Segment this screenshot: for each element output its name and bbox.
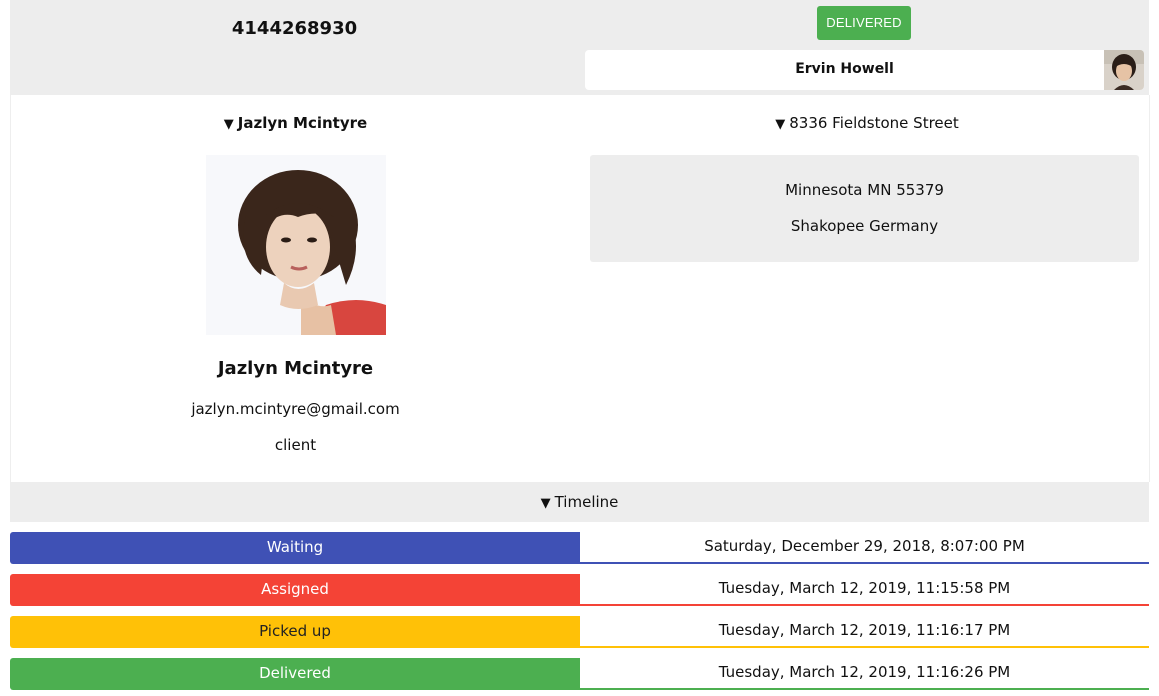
client-summary[interactable]: ▼ Jazlyn Mcintyre <box>11 114 580 132</box>
timeline-row-waiting: Waiting Saturday, December 29, 2018, 8:0… <box>10 532 1149 564</box>
timeline-date: Tuesday, March 12, 2019, 11:15:58 PM <box>580 574 1149 606</box>
timeline-status-label: Delivered <box>10 658 580 690</box>
timeline-date: Tuesday, March 12, 2019, 11:16:17 PM <box>580 616 1149 648</box>
timeline-status-label: Waiting <box>10 532 580 564</box>
disclosure-triangle-icon: ▼ <box>223 117 234 132</box>
timeline-date: Saturday, December 29, 2018, 8:07:00 PM <box>580 532 1149 564</box>
timeline-title: Timeline <box>554 493 619 511</box>
address-box: Minnesota MN 55379 Shakopee Germany <box>590 155 1139 262</box>
driver-avatar <box>1104 50 1144 90</box>
timeline-summary[interactable]: ▼ Timeline <box>10 482 1149 522</box>
timeline-row-picked-up: Picked up Tuesday, March 12, 2019, 11:16… <box>10 616 1149 648</box>
address-line-1: Minnesota MN 55379 <box>785 181 944 199</box>
client-summary-label: Jazlyn Mcintyre <box>237 114 368 132</box>
timeline-row-delivered: Delivered Tuesday, March 12, 2019, 11:16… <box>10 658 1149 690</box>
timeline-date: Tuesday, March 12, 2019, 11:16:26 PM <box>580 658 1149 690</box>
client-name: Jazlyn Mcintyre <box>217 358 374 379</box>
client-photo <box>206 155 386 335</box>
order-header: 4144268930 DELIVERED Ervin Howell <box>10 0 1149 95</box>
client-details: ▼ Jazlyn Mcintyre Jazlyn Mcintyre jazlyn.… <box>10 95 580 482</box>
client-email: jazlyn.mcintyre@gmail.com <box>191 400 400 418</box>
disclosure-triangle-icon: ▼ <box>540 496 551 511</box>
address-summary-label: 8336 Fieldstone Street <box>789 114 959 132</box>
order-card: 4144268930 DELIVERED Ervin Howell ▼ Jazly… <box>10 0 1150 696</box>
timeline-row-assigned: Assigned Tuesday, March 12, 2019, 11:15:… <box>10 574 1149 606</box>
order-phone: 4144268930 <box>231 18 358 39</box>
driver-name: Ervin Howell <box>795 61 894 77</box>
disclosure-triangle-icon: ▼ <box>775 117 786 132</box>
address-summary[interactable]: ▼ 8336 Fieldstone Street <box>585 114 1149 132</box>
driver-chip[interactable]: Ervin Howell <box>585 50 1144 90</box>
status-button[interactable]: DELIVERED <box>817 6 911 40</box>
client-role: client <box>274 436 317 454</box>
address-details: ▼ 8336 Fieldstone Street Minnesota MN 553… <box>585 95 1150 482</box>
timeline-status-label: Picked up <box>10 616 580 648</box>
timeline-status-label: Assigned <box>10 574 580 606</box>
address-line-2: Shakopee Germany <box>790 217 939 235</box>
